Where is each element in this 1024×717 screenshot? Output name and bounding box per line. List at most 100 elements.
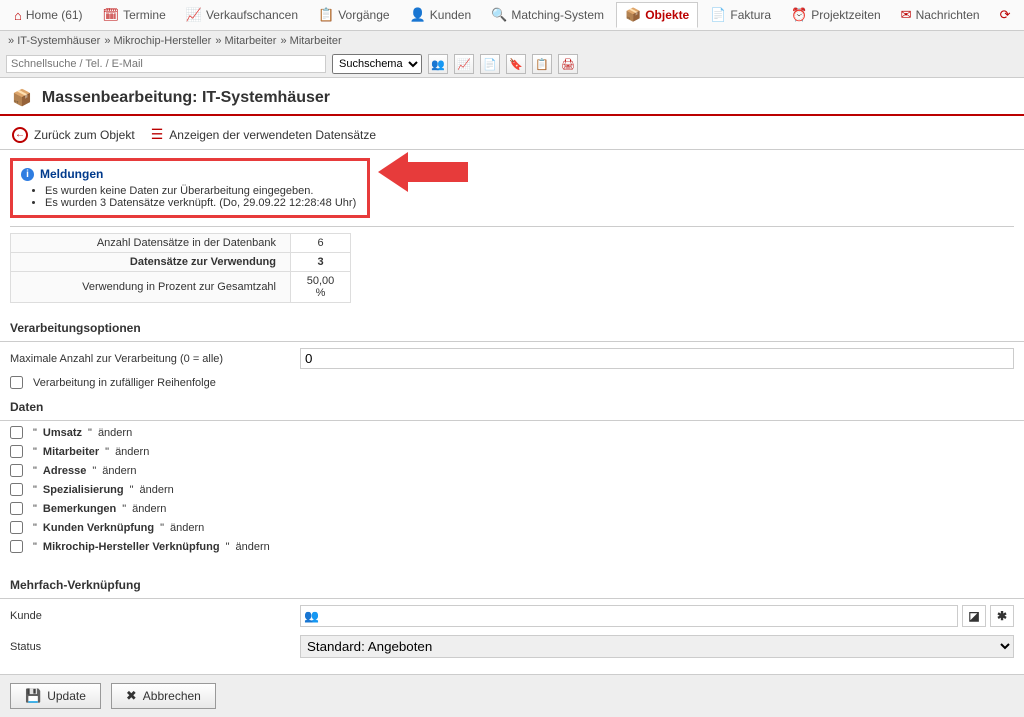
- field-checkbox[interactable]: [10, 426, 23, 439]
- breadcrumb-item[interactable]: Mitarbeiter: [280, 35, 341, 47]
- nav-termine[interactable]: 🗓Termine: [95, 3, 174, 27]
- quick-search-input[interactable]: [6, 55, 326, 73]
- object-icon: 📦: [12, 88, 32, 108]
- data-field-row: "Umsatz" ändern: [0, 423, 1024, 442]
- data-field-row: "Adresse" ändern: [0, 461, 1024, 480]
- kunde-label: Kunde: [10, 610, 290, 622]
- annotation-arrow: [380, 152, 468, 192]
- nav-nachrichten[interactable]: ✉ Nachrichten: [893, 3, 988, 27]
- kunde-add-button[interactable]: ✱: [990, 605, 1014, 627]
- random-order-label: Verarbeitung in zufälliger Reihenfolge: [33, 377, 216, 389]
- nav-home-[interactable]: ⌂Home (61): [6, 4, 91, 27]
- field-name: Adresse: [43, 465, 86, 477]
- nav-icon: 👤: [410, 7, 426, 23]
- search-schema-select[interactable]: Suchschema: [332, 54, 422, 74]
- nav-faktura[interactable]: 📄Faktura: [702, 3, 779, 27]
- footer-bar: 💾 Update ✖ Abbrechen: [0, 674, 1024, 717]
- field-checkbox[interactable]: [10, 521, 23, 534]
- nav-kunden[interactable]: 👤 Kunden: [402, 3, 480, 27]
- max-count-label: Maximale Anzahl zur Verarbeitung (0 = al…: [10, 353, 290, 365]
- nav-matching-system[interactable]: 🔍 Matching-System: [483, 3, 612, 27]
- nav-icon: 📋: [318, 7, 334, 23]
- nav-label: Vorgänge: [338, 8, 389, 22]
- kunde-field[interactable]: 👥: [300, 605, 958, 627]
- status-row: Status Standard: Angeboten: [0, 631, 1024, 662]
- nav-icon: 🔍: [491, 7, 507, 23]
- nav-extra[interactable]: ⟳: [992, 3, 1019, 27]
- nav-icon: 🗓: [103, 7, 120, 23]
- nav-label: Termine: [123, 8, 166, 22]
- field-name: Kunden Verknüpfung: [43, 522, 154, 534]
- top-nav: ⌂Home (61)🗓Termine📈Verkaufschancen📋Vorgä…: [0, 0, 1024, 31]
- stat-value: 50,00 %: [291, 272, 351, 303]
- data-field-row: "Bemerkungen" ändern: [0, 499, 1024, 518]
- message-item: Es wurden 3 Datensätze verknüpft. (Do, 2…: [45, 197, 359, 209]
- nav-label: Nachrichten: [916, 8, 980, 22]
- toolbar-icon-bookmark[interactable]: 🔖: [506, 54, 526, 74]
- close-icon: ✖: [126, 688, 137, 704]
- nav-icon: ⏰: [791, 7, 807, 23]
- field-checkbox[interactable]: [10, 502, 23, 515]
- nav-icon: ✉: [901, 7, 912, 23]
- field-suffix: ändern: [102, 465, 136, 477]
- messages-list: Es wurden keine Daten zur Überarbeitung …: [45, 185, 359, 209]
- toolbar-icon-doc[interactable]: 📄: [480, 54, 500, 74]
- nav-projektzeiten[interactable]: ⏰ Projektzeiten: [783, 3, 889, 27]
- action-bar: ← Zurück zum Objekt ☰ Anzeigen der verwe…: [0, 120, 1024, 150]
- status-label: Status: [10, 641, 290, 653]
- back-to-object-link[interactable]: ← Zurück zum Objekt: [12, 127, 135, 143]
- field-name: Mikrochip-Hersteller Verknüpfung: [43, 541, 220, 553]
- data-field-row: "Mitarbeiter" ändern: [0, 442, 1024, 461]
- title-separator: [0, 114, 1024, 116]
- stat-value: 3: [291, 253, 351, 272]
- stat-value: 6: [291, 234, 351, 253]
- field-checkbox[interactable]: [10, 483, 23, 496]
- kunde-lookup-button[interactable]: ◪: [962, 605, 986, 627]
- field-checkbox[interactable]: [10, 464, 23, 477]
- cancel-label: Abbrechen: [143, 689, 201, 703]
- random-order-checkbox[interactable]: [10, 376, 23, 389]
- cancel-button[interactable]: ✖ Abbrechen: [111, 683, 216, 709]
- field-checkbox[interactable]: [10, 540, 23, 553]
- nav-icon: 📦: [625, 7, 641, 23]
- nav-label: Kunden: [430, 8, 471, 22]
- breadcrumb-item[interactable]: Mikrochip-Hersteller: [104, 35, 211, 47]
- nav-verkaufschancen[interactable]: 📈Verkaufschancen: [178, 3, 306, 27]
- stat-label: Anzahl Datensätze in der Datenbank: [11, 234, 291, 253]
- people-icon: 👥: [304, 609, 319, 623]
- data-field-row: "Spezialisierung" ändern: [0, 480, 1024, 499]
- field-name: Umsatz: [43, 427, 82, 439]
- search-bar: Suchschema 👥 📈 📄 🔖 📋 🖨: [0, 51, 1024, 78]
- toolbar-icon-print[interactable]: 🖨: [558, 54, 578, 74]
- list-icon: ☰: [151, 126, 164, 143]
- toolbar-icon-copy[interactable]: 📋: [532, 54, 552, 74]
- data-field-row: "Kunden Verknüpfung" ändern: [0, 518, 1024, 537]
- stat-label: Datensätze zur Verwendung: [11, 253, 291, 272]
- nav-icon: ⌂: [14, 8, 22, 23]
- page-title-row: 📦 Massenbearbeitung: IT-Systemhäuser: [0, 78, 1024, 114]
- stats-table: Anzahl Datensätze in der Datenbank6Daten…: [10, 233, 351, 303]
- toolbar-icon-chart[interactable]: 📈: [454, 54, 474, 74]
- nav-vorg-nge[interactable]: 📋 Vorgänge: [310, 3, 398, 27]
- messages-header: i Meldungen: [21, 167, 359, 181]
- field-name: Spezialisierung: [43, 484, 124, 496]
- status-select[interactable]: Standard: Angeboten: [300, 635, 1014, 658]
- nav-label: Matching-System: [511, 8, 604, 22]
- breadcrumb-item[interactable]: Mitarbeiter: [215, 35, 276, 47]
- field-checkbox[interactable]: [10, 445, 23, 458]
- nav-objekte[interactable]: 📦 Objekte: [616, 2, 698, 28]
- max-count-input[interactable]: [300, 348, 1014, 369]
- show-records-link[interactable]: ☰ Anzeigen der verwendeten Datensätze: [151, 126, 376, 143]
- stat-label: Verwendung in Prozent zur Gesamtzahl: [11, 272, 291, 303]
- update-button[interactable]: 💾 Update: [10, 683, 101, 709]
- field-name: Mitarbeiter: [43, 446, 99, 458]
- nav-label: Objekte: [645, 8, 689, 22]
- field-suffix: ändern: [235, 541, 269, 553]
- nav-label: Projektzeiten: [811, 8, 880, 22]
- breadcrumb-item[interactable]: IT-Systemhäuser: [8, 35, 100, 47]
- field-name: Bemerkungen: [43, 503, 116, 515]
- nav-icon: 📄: [710, 7, 726, 23]
- message-item: Es wurden keine Daten zur Überarbeitung …: [45, 185, 359, 197]
- toolbar-icon-people[interactable]: 👥: [428, 54, 448, 74]
- field-suffix: ändern: [132, 503, 166, 515]
